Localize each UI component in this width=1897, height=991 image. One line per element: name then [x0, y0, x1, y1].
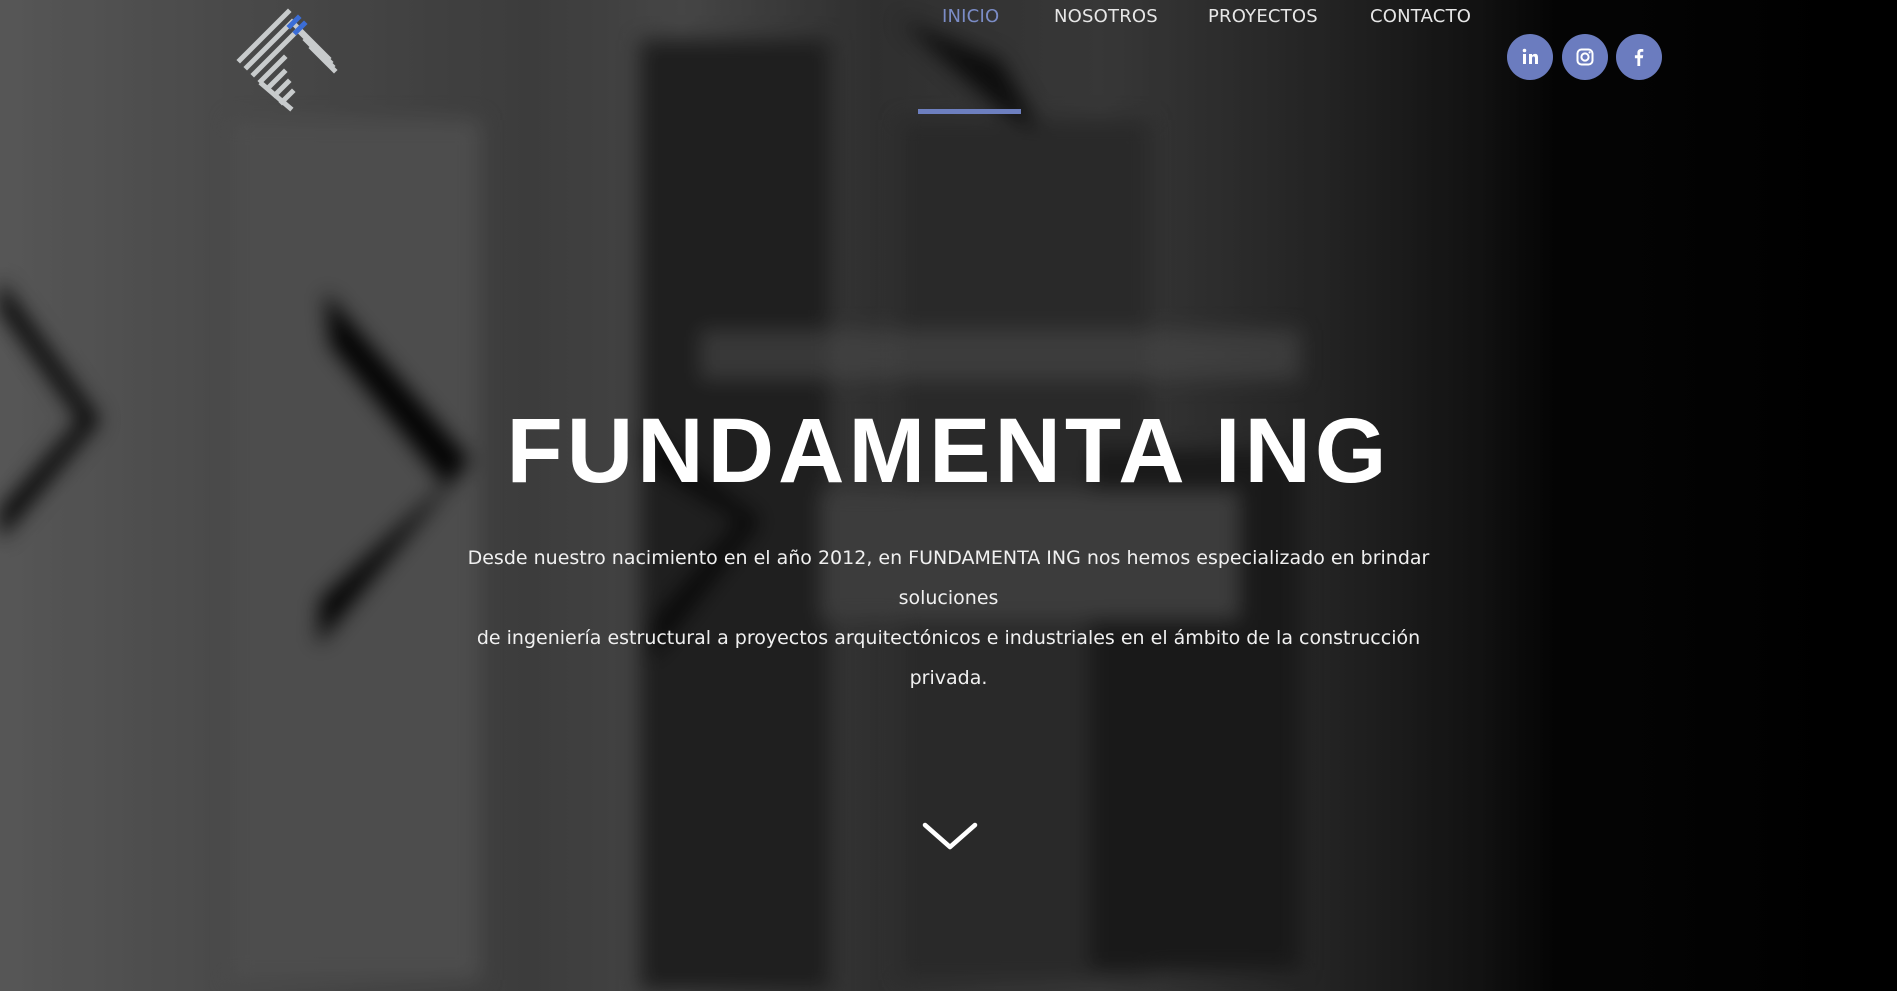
instagram-icon	[1576, 48, 1594, 66]
nav-item-nosotros[interactable]: NOSOTROS	[1054, 0, 1158, 34]
linkedin-icon	[1522, 48, 1538, 64]
logo-mark-icon	[236, 8, 338, 112]
active-nav-indicator	[918, 109, 1021, 114]
hero-description-line-1: Desde nuestro nacimiento en el año 2012,…	[467, 547, 1430, 609]
hero-description: Desde nuestro nacimiento en el año 2012,…	[440, 538, 1457, 698]
facebook-icon	[1634, 49, 1644, 66]
linkedin-button[interactable]	[1507, 34, 1553, 80]
hero-description-line-2: de ingeniería estructural a proyectos ar…	[476, 627, 1421, 689]
scroll-down-button[interactable]	[922, 818, 978, 854]
company-logo[interactable]	[232, 4, 344, 116]
nav-item-inicio[interactable]: INICIO	[942, 0, 999, 34]
chevron-down-icon	[922, 822, 978, 850]
hero-title: FUNDAMENTA ING	[506, 399, 1391, 502]
nav-item-proyectos[interactable]: PROYECTOS	[1208, 0, 1318, 34]
nav-item-contacto[interactable]: CONTACTO	[1370, 0, 1471, 34]
facebook-button[interactable]	[1616, 34, 1662, 80]
instagram-button[interactable]	[1562, 34, 1608, 80]
